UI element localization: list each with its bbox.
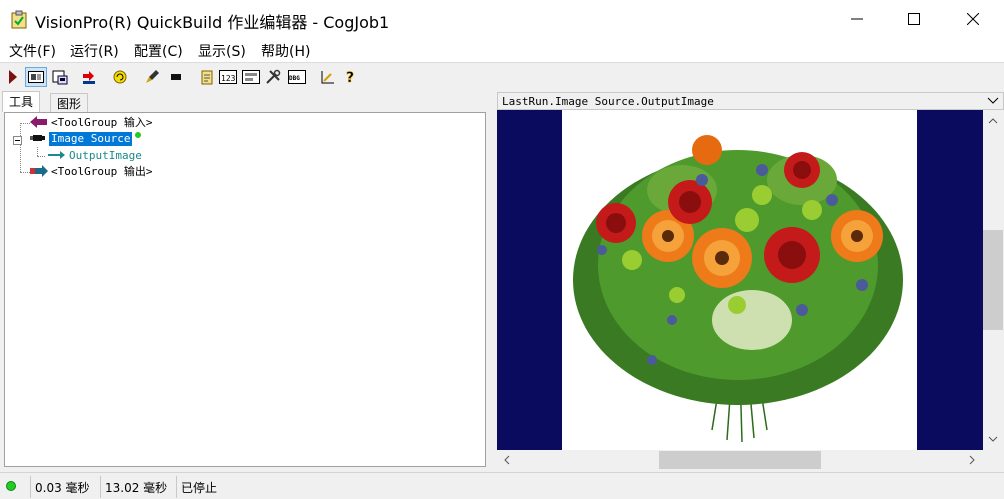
- tree-item-toolgroup-output[interactable]: <ToolGroup 输出>: [29, 164, 154, 180]
- menu-configure[interactable]: 配置(C): [134, 41, 183, 61]
- import-icon: [81, 69, 97, 85]
- camera-icon: [29, 131, 49, 148]
- terminal-button[interactable]: [166, 67, 186, 87]
- terminal-icon: [168, 69, 184, 85]
- tools-icon: [265, 69, 281, 85]
- refresh-button[interactable]: [110, 67, 130, 87]
- splitter[interactable]: [490, 91, 496, 469]
- menu-file[interactable]: 文件(F): [9, 41, 56, 61]
- status-last-run-time: 0.03 毫秒: [30, 476, 94, 498]
- scroll-down-icon[interactable]: [984, 430, 1002, 448]
- status-run-state: 已停止: [176, 476, 221, 498]
- image-display-title: LastRun.Image Source.OutputImage: [502, 95, 714, 108]
- maximize-button[interactable]: [885, 0, 943, 38]
- save-load-icon: [52, 69, 68, 85]
- teal-arrow-icon: [47, 149, 67, 164]
- clipboard-check-icon: [11, 10, 27, 29]
- measure-icon: [320, 69, 336, 85]
- chevron-down-icon[interactable]: [987, 95, 999, 110]
- menu-display[interactable]: 显示(S): [198, 41, 246, 61]
- tree-item-image-source[interactable]: Image Source: [29, 131, 142, 148]
- collapse-toggle[interactable]: [13, 134, 22, 148]
- minimize-button[interactable]: [828, 0, 886, 38]
- status-bar: 0.03 毫秒 13.02 毫秒 已停止: [0, 472, 1004, 499]
- toolbar: 123 DBG ?: [0, 62, 1004, 90]
- horizontal-scroll-thumb[interactable]: [659, 451, 821, 469]
- tree-item-output-image[interactable]: OutputImage: [47, 148, 144, 164]
- image-display[interactable]: [497, 110, 983, 450]
- svg-text:DBG: DBG: [289, 75, 300, 82]
- counter-icon: 123: [219, 70, 237, 84]
- run-button[interactable]: [3, 67, 23, 87]
- brush-button[interactable]: [142, 67, 162, 87]
- form-icon: [242, 70, 260, 84]
- debug-button[interactable]: DBG: [287, 67, 307, 87]
- minimize-icon: [851, 13, 863, 25]
- menu-help[interactable]: 帮助(H): [261, 41, 310, 61]
- scrollbar-corner: [983, 450, 1004, 470]
- menu-bar: 文件(F) 运行(R) 配置(C) 显示(S) 帮助(H): [0, 38, 1004, 62]
- form-button[interactable]: [241, 67, 261, 87]
- svg-text:?: ?: [346, 70, 354, 85]
- edit-script-icon: [199, 69, 215, 85]
- horizontal-scrollbar[interactable]: [497, 450, 983, 470]
- run-icon: [7, 69, 19, 85]
- flower-bouquet-image: [562, 110, 917, 450]
- close-button[interactable]: [944, 0, 1002, 38]
- tree-item-toolgroup-input[interactable]: <ToolGroup 输入>: [29, 115, 154, 131]
- scroll-left-icon[interactable]: [498, 451, 516, 469]
- tab-graphics[interactable]: 图形: [50, 93, 89, 112]
- image-display-header[interactable]: LastRun.Image Source.OutputImage: [497, 92, 1004, 110]
- run-status-indicator: [6, 481, 16, 491]
- tool-tree: <ToolGroup 输入> Image Source OutputImage …: [4, 112, 486, 467]
- close-icon: [967, 13, 979, 25]
- output-arrow-icon: [29, 164, 49, 181]
- menu-run[interactable]: 运行(R): [70, 41, 119, 61]
- scroll-right-icon[interactable]: [963, 451, 981, 469]
- edit-script-button[interactable]: [197, 67, 217, 87]
- debug-icon: DBG: [288, 70, 306, 84]
- title-bar: VisionPro(R) QuickBuild 作业编辑器 - CogJob1: [0, 0, 1004, 38]
- display-icon: [28, 71, 44, 83]
- help-button[interactable]: ?: [341, 67, 361, 87]
- scroll-up-icon[interactable]: [984, 112, 1002, 130]
- vertical-scroll-thumb[interactable]: [983, 230, 1003, 330]
- status-total-time: 13.02 毫秒: [100, 476, 171, 498]
- measure-button[interactable]: [318, 67, 338, 87]
- tools-button[interactable]: [263, 67, 283, 87]
- save-load-button[interactable]: [50, 67, 70, 87]
- refresh-icon: [112, 69, 128, 85]
- vertical-scrollbar[interactable]: [983, 110, 1004, 450]
- input-arrow-icon: [29, 115, 49, 132]
- brush-icon: [144, 69, 160, 85]
- display-button[interactable]: [25, 67, 47, 87]
- status-dot-icon: [135, 132, 142, 138]
- window-title: VisionPro(R) QuickBuild 作业编辑器 - CogJob1: [35, 13, 390, 32]
- counter-button[interactable]: 123: [218, 67, 238, 87]
- panel-tabs: 工具 图形: [0, 91, 490, 112]
- maximize-icon: [908, 13, 920, 25]
- tab-tools[interactable]: 工具: [2, 91, 41, 112]
- svg-text:123: 123: [221, 74, 236, 83]
- import-button[interactable]: [79, 67, 99, 87]
- help-icon: ?: [345, 69, 357, 85]
